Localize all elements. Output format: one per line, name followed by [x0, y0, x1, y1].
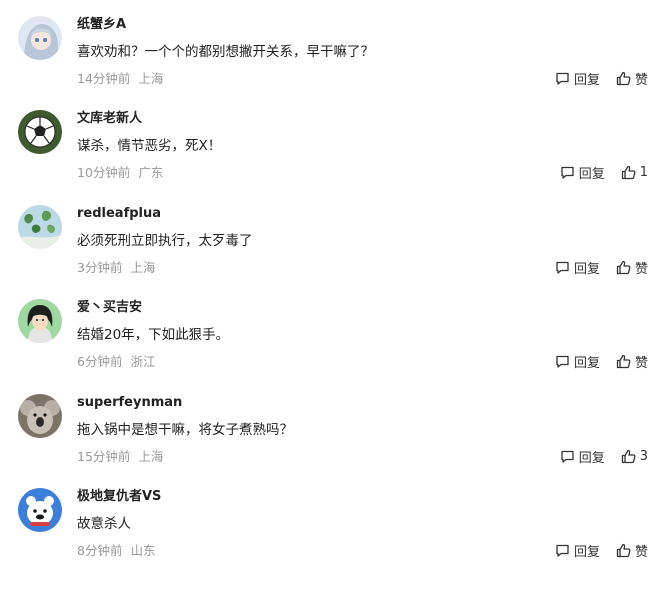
comment-text: 喜欢劝和？一个个的都别想撇开关系，早干嘛了？	[77, 44, 374, 60]
comment-actions: 回复 赞	[555, 257, 648, 277]
comment-username[interactable]: superfeynman	[77, 394, 182, 412]
comment-bubble-icon	[561, 166, 574, 179]
like-button[interactable]: 3	[621, 449, 648, 464]
comment-text: 故意杀人	[77, 516, 131, 532]
comment-actions: 回复 赞	[555, 351, 648, 371]
user-avatar[interactable]	[18, 205, 62, 249]
thumbs-up-icon	[621, 449, 636, 463]
user-avatar[interactable]	[18, 488, 62, 532]
reply-button[interactable]: 回复	[555, 541, 600, 560]
comment-actions: 回复 1	[560, 162, 648, 182]
thumbs-up-icon	[616, 260, 631, 274]
comment-item: 文库老新人 谋杀，情节恶劣，死X！ 10分钟前 广东 回复 1	[0, 110, 660, 204]
like-count: 3	[639, 448, 648, 464]
like-count: 赞	[634, 544, 648, 560]
reply-button[interactable]: 回复	[555, 258, 600, 277]
user-avatar[interactable]	[18, 394, 62, 438]
like-button[interactable]: 赞	[616, 352, 648, 371]
comment-username[interactable]: 纸蟹乡A	[77, 16, 126, 34]
like-button[interactable]: 1	[621, 165, 648, 180]
reply-label: 回复	[573, 261, 600, 277]
comment-bubble-icon	[556, 544, 569, 557]
reply-label: 回复	[578, 450, 605, 466]
comment-time: 6分钟前	[77, 354, 123, 369]
user-avatar[interactable]	[18, 110, 62, 154]
comment-meta: 3分钟前 上海	[77, 259, 155, 277]
comment-actions: 回复 赞	[555, 540, 648, 560]
comment-location: 上海	[130, 260, 156, 275]
thumbs-up-icon	[616, 71, 631, 85]
reply-label: 回复	[573, 544, 600, 560]
like-count: 赞	[634, 261, 648, 277]
thumbs-up-icon	[616, 543, 631, 557]
reply-label: 回复	[578, 166, 605, 182]
comment-bubble-icon	[556, 261, 569, 274]
comment-meta: 6分钟前 浙江	[77, 353, 155, 371]
comment-meta: 15分钟前 上海	[77, 448, 163, 466]
like-button[interactable]: 赞	[616, 69, 648, 88]
user-avatar[interactable]	[18, 299, 62, 343]
reply-label: 回复	[573, 355, 600, 371]
comment-item: superfeynman 拖入锅中是想干嘛，将女子煮熟吗？ 15分钟前 上海 回复…	[0, 394, 660, 488]
comment-text: 必须死刑立即执行，太歹毒了	[77, 233, 253, 249]
comment-location: 山东	[130, 543, 156, 558]
like-button[interactable]: 赞	[616, 258, 648, 277]
comment-bubble-icon	[556, 355, 569, 368]
reply-button[interactable]: 回复	[555, 352, 600, 371]
like-count: 赞	[634, 355, 648, 371]
comment-text: 谋杀，情节恶劣，死X！	[77, 138, 222, 154]
like-count: 1	[639, 164, 648, 180]
comment-actions: 回复 赞	[555, 68, 648, 88]
comment-time: 3分钟前	[77, 260, 123, 275]
comment-time: 15分钟前	[77, 449, 131, 464]
comment-time: 8分钟前	[77, 543, 123, 558]
comment-meta: 14分钟前 上海	[77, 70, 163, 88]
like-count: 赞	[634, 72, 648, 88]
like-button[interactable]: 赞	[616, 541, 648, 560]
comment-username[interactable]: 极地复仇者VS	[77, 488, 161, 506]
reply-button[interactable]: 回复	[560, 447, 605, 466]
reply-button[interactable]: 回复	[555, 69, 600, 88]
comment-text: 结婚20年，下如此狠手。	[77, 327, 230, 343]
thumbs-up-icon	[621, 165, 636, 179]
comment-username[interactable]: 爱丶买吉安	[77, 299, 142, 317]
comment-username[interactable]: 文库老新人	[77, 110, 142, 128]
comment-actions: 回复 3	[560, 446, 648, 466]
comment-bubble-icon	[556, 72, 569, 85]
comment-item: redleafplua 必须死刑立即执行，太歹毒了 3分钟前 上海 回复 赞	[0, 205, 660, 299]
comment-text: 拖入锅中是想干嘛，将女子煮熟吗？	[77, 422, 293, 438]
comment-location: 上海	[138, 71, 164, 86]
comment-item: 爱丶买吉安 结婚20年，下如此狠手。 6分钟前 浙江 回复 赞	[0, 299, 660, 393]
reply-label: 回复	[573, 72, 600, 88]
comment-bubble-icon	[561, 450, 574, 463]
user-avatar[interactable]	[18, 16, 62, 60]
comment-item: 纸蟹乡A 喜欢劝和？一个个的都别想撇开关系，早干嘛了？ 14分钟前 上海 回复 赞	[0, 16, 660, 110]
reply-button[interactable]: 回复	[560, 163, 605, 182]
comment-meta: 10分钟前 广东	[77, 164, 163, 182]
thumbs-up-icon	[616, 354, 631, 368]
comment-location: 浙江	[130, 354, 156, 369]
comment-location: 广东	[138, 165, 164, 180]
comment-meta: 8分钟前 山东	[77, 542, 155, 560]
comment-time: 10分钟前	[77, 165, 131, 180]
comment-location: 上海	[138, 449, 164, 464]
comment-item: 极地复仇者VS 故意杀人 8分钟前 山东 回复 赞	[0, 488, 660, 582]
comment-username[interactable]: redleafplua	[77, 205, 161, 223]
comment-time: 14分钟前	[77, 71, 131, 86]
